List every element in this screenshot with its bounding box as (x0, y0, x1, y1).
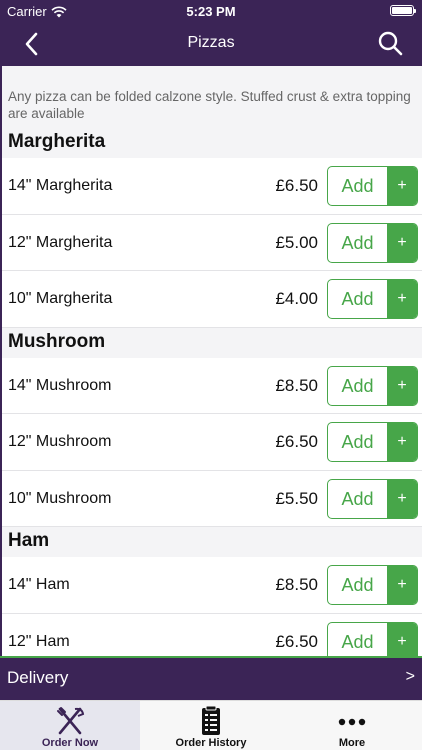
tab-order-now[interactable]: Order Now (0, 701, 140, 750)
menu-item-row[interactable]: 12" Ham £6.50 Add + (2, 613, 422, 656)
delivery-label: Delivery (7, 668, 69, 687)
item-price: £5.00 (275, 232, 318, 252)
tab-order-now-label: Order Now (41, 737, 99, 749)
plus-icon[interactable]: + (387, 566, 417, 604)
item-name: 10" Margherita (8, 290, 113, 307)
menu-item-row[interactable]: 14" Margherita £6.50 Add + (2, 158, 422, 215)
item-name: 14" Mushroom (8, 376, 112, 394)
add-to-order-button[interactable]: Add + (327, 166, 418, 206)
tab-more-label: More (338, 737, 366, 749)
plus-icon[interactable]: + (387, 622, 417, 656)
plus-icon[interactable]: + (387, 223, 417, 262)
add-button-label: Add (341, 289, 374, 309)
menu-item-row[interactable]: 14" Ham £8.50 Add + (2, 557, 422, 614)
plus-icon[interactable]: + (387, 167, 417, 205)
add-to-order-button[interactable]: Add + (327, 222, 418, 263)
add-button-label: Add (341, 375, 374, 396)
section-header: Mushroom (2, 327, 422, 358)
item-price: £5.50 (275, 488, 318, 508)
add-button-label: Add (341, 232, 374, 253)
item-price: £6.50 (275, 176, 318, 195)
add-to-order-button[interactable]: Add + (327, 365, 418, 406)
search-icon (378, 31, 403, 56)
section-header: Ham (2, 527, 422, 557)
tab-order-history[interactable]: Order History (141, 701, 281, 750)
add-button-label: Add (341, 575, 374, 595)
plus-icon[interactable]: + (387, 479, 417, 518)
add-to-order-button[interactable]: Add + (327, 565, 418, 605)
add-to-order-button[interactable]: Add + (327, 422, 418, 462)
menu-list[interactable]: Any pizza can be folded calzone style. S… (0, 66, 422, 656)
tab-order-history-label: Order History (175, 737, 247, 749)
item-price: £4.00 (275, 289, 318, 308)
info-note: Any pizza can be folded calzone style. S… (2, 66, 422, 128)
add-to-order-button[interactable]: Add + (327, 279, 418, 319)
add-to-order-button[interactable]: Add + (327, 621, 418, 656)
add-button-label: Add (341, 176, 374, 196)
menu-item-row[interactable]: 14" Mushroom £8.50 Add + (2, 357, 422, 414)
receipt-icon (202, 705, 220, 735)
tab-bar: Order Now Order History More (0, 700, 422, 750)
add-to-order-button[interactable]: Add + (327, 478, 418, 519)
nav-bar: Pizzas (0, 22, 422, 66)
item-name: 14" Margherita (8, 177, 113, 194)
item-name: 10" Mushroom (8, 489, 112, 507)
item-name: 14" Ham (8, 576, 70, 593)
add-button-label: Add (341, 432, 374, 452)
add-button-label: Add (341, 488, 374, 509)
fork-knife-icon (57, 707, 85, 735)
battery-icon (390, 5, 416, 16)
plus-icon[interactable]: + (387, 280, 417, 318)
item-name: 12" Margherita (8, 233, 113, 251)
more-dots-icon (338, 718, 366, 726)
item-price: £8.50 (275, 375, 318, 395)
plus-icon[interactable]: + (387, 423, 417, 461)
search-button[interactable] (376, 29, 404, 57)
menu-item-row[interactable]: 10" Mushroom £5.50 Add + (2, 470, 422, 527)
delivery-chevron-icon: > (405, 668, 415, 685)
item-price: £8.50 (275, 575, 318, 594)
status-bar: Carrier 5:23 PM (0, 0, 422, 22)
item-price: £6.50 (275, 432, 318, 451)
menu-item-row[interactable]: 12" Mushroom £6.50 Add + (2, 414, 422, 471)
item-name: 12" Mushroom (8, 433, 112, 450)
status-time: 5:23 PM (186, 4, 236, 19)
menu-item-row[interactable]: 10" Margherita £4.00 Add + (2, 271, 422, 328)
delivery-bar[interactable]: Delivery > (0, 656, 422, 700)
add-button-label: Add (341, 631, 374, 652)
page-title: Pizzas (187, 34, 235, 51)
tab-more[interactable]: More (282, 701, 422, 750)
plus-icon[interactable]: + (387, 366, 417, 405)
top-bar: Carrier 5:23 PM Pizzas (0, 0, 422, 66)
section-header: Margherita (2, 128, 422, 158)
item-name: 12" Ham (8, 632, 70, 650)
item-price: £6.50 (275, 631, 318, 651)
menu-item-row[interactable]: 12" Margherita £5.00 Add + (2, 214, 422, 271)
